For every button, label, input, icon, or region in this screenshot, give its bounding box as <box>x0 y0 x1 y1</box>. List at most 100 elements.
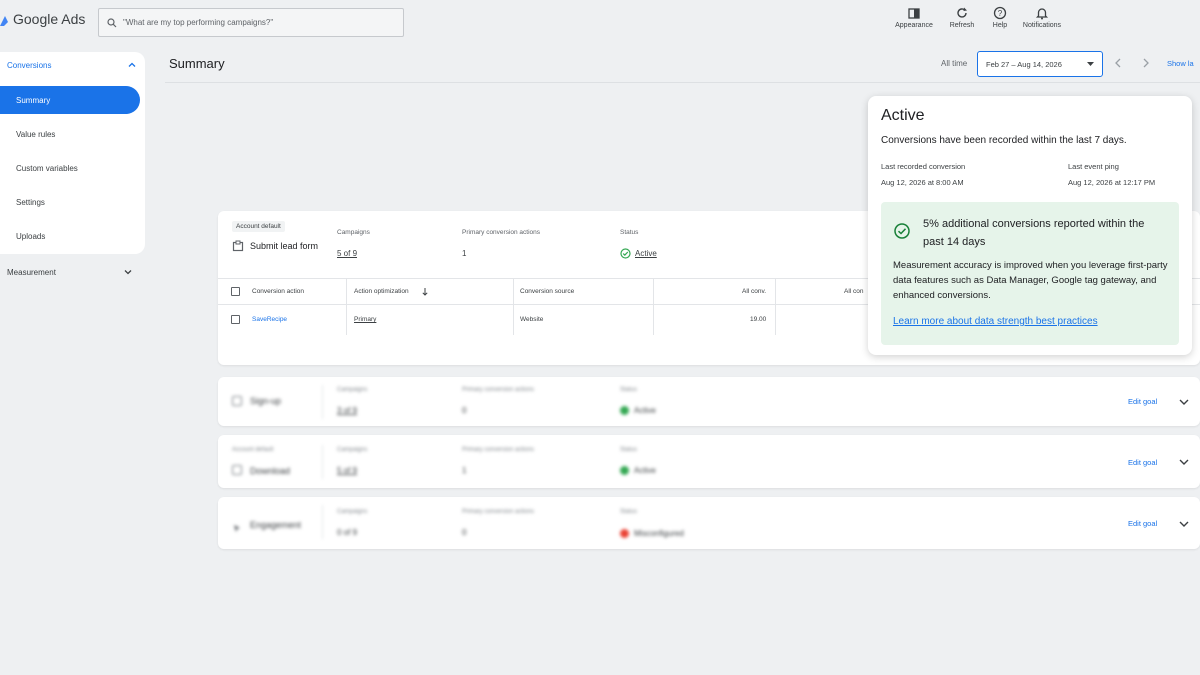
status-dot-icon <box>620 529 629 538</box>
top-bar: Google Ads Appearance Refresh ? <box>0 0 1200 44</box>
learn-more-link[interactable]: Learn more about data strength best prac… <box>893 316 1098 327</box>
status-value: Active <box>635 249 657 258</box>
svg-text:?: ? <box>998 9 1003 18</box>
column-divider <box>653 305 654 335</box>
col-header-conversion-action[interactable]: Conversion action <box>252 288 304 295</box>
goal-card-content: Sign-up Campaigns 3 of 9 Primary convers… <box>218 377 1200 426</box>
check-circle-icon <box>894 223 910 239</box>
campaigns-value[interactable]: 3 of 9 <box>337 406 357 415</box>
chevron-down-icon[interactable] <box>1178 457 1190 467</box>
status-dot-icon <box>620 406 629 415</box>
notifications-label: Notifications <box>1022 22 1062 29</box>
goal-title: Submit lead form <box>232 240 320 253</box>
goal-card-content: Account default Download Campaigns 5 of … <box>218 435 1200 488</box>
goal-name: Sign-up <box>250 396 282 406</box>
help-label: Help <box>992 22 1008 29</box>
column-divider <box>322 445 323 479</box>
search-bar[interactable] <box>98 8 404 37</box>
help-button[interactable]: ? Help <box>984 6 1016 29</box>
goal-card-engagement: Engagement Campaigns 0 of 9 Primary conv… <box>218 497 1200 549</box>
callout-body: Measurement accuracy is improved when yo… <box>893 260 1168 301</box>
col-header-action-optimization[interactable]: Action optimization <box>354 288 409 295</box>
appearance-icon <box>908 8 920 19</box>
chevron-left-icon[interactable] <box>1113 57 1123 69</box>
last-conversion-label: Last recorded conversion <box>881 162 966 171</box>
account-default-badge: Account default <box>232 447 274 453</box>
sidebar: Conversions Summary Value rules Custom v… <box>0 52 145 254</box>
chevron-down-icon[interactable] <box>1178 397 1190 407</box>
date-range-value: Feb 27 – Aug 14, 2026 <box>986 59 1062 69</box>
last-ping-value: Aug 12, 2026 at 12:17 PM <box>1068 178 1156 187</box>
callout-title: 5% additional conversions reported withi… <box>923 218 1145 248</box>
sidebar-item-settings[interactable]: Settings <box>0 188 140 216</box>
status-value: Misconfigured <box>634 529 684 538</box>
date-preset-label: All time <box>941 59 968 68</box>
sidebar-section-label: Conversions <box>7 60 52 70</box>
row-checkbox[interactable] <box>231 315 240 324</box>
primary-actions-value: 0 <box>462 406 467 415</box>
col-header-all-conv-2[interactable]: All con <box>844 288 864 295</box>
column-divider <box>513 305 514 335</box>
campaigns-value[interactable]: 5 of 9 <box>337 249 357 258</box>
column-divider <box>346 305 347 335</box>
primary-actions-label: Primary conversion actions <box>462 229 541 236</box>
primary-actions-label: Primary conversion actions <box>462 509 535 515</box>
engagement-icon <box>232 520 242 532</box>
sidebar-item-value-rules[interactable]: Value rules <box>0 120 140 148</box>
sidebar-section-measurement[interactable]: Measurement <box>7 267 133 277</box>
column-divider <box>775 305 776 335</box>
download-icon <box>232 465 242 475</box>
status-label: Status <box>620 509 638 515</box>
campaigns-value[interactable]: 5 of 9 <box>337 466 357 475</box>
refresh-button[interactable]: Refresh <box>940 6 984 29</box>
column-divider <box>322 505 323 539</box>
conversion-source-value: Website <box>520 316 544 323</box>
edit-goal-link[interactable]: Edit goal <box>1128 519 1157 528</box>
sign-up-icon <box>232 396 242 406</box>
column-divider <box>775 279 776 305</box>
status-label: Status <box>620 229 639 236</box>
show-link[interactable]: Show la <box>1167 59 1194 68</box>
status-label: Status <box>620 447 638 453</box>
status-badge[interactable]: Active <box>620 248 657 259</box>
column-divider <box>513 279 514 305</box>
dropdown-arrow-icon <box>1087 62 1094 66</box>
last-ping-label: Last event ping <box>1068 162 1119 171</box>
conversion-action-link[interactable]: SaveRecipe <box>252 316 287 323</box>
notifications-button[interactable]: Notifications <box>1016 6 1068 29</box>
status-value: Active <box>634 406 656 415</box>
chevron-up-icon <box>128 62 136 67</box>
col-header-conversion-source[interactable]: Conversion source <box>520 288 574 295</box>
primary-actions-value: 1 <box>462 466 467 475</box>
chevron-right-icon[interactable] <box>1141 57 1151 69</box>
primary-actions-value: 0 <box>462 528 467 537</box>
status-popover: Active Conversions have been recorded wi… <box>868 96 1192 355</box>
status-label: Status <box>620 387 638 393</box>
edit-goal-link[interactable]: Edit goal <box>1128 397 1157 406</box>
appearance-button[interactable]: Appearance <box>888 6 940 29</box>
col-header-all-conv[interactable]: All conv. <box>742 288 766 295</box>
refresh-icon <box>957 7 967 18</box>
date-range-picker[interactable]: Feb 27 – Aug 14, 2026 <box>977 51 1103 77</box>
action-optimization-value[interactable]: Primary <box>354 316 376 323</box>
google-ads-logo[interactable]: Google Ads <box>0 11 85 27</box>
select-all-checkbox[interactable] <box>231 287 240 296</box>
lead-form-icon <box>232 240 244 252</box>
last-conversion-value: Aug 12, 2026 at 8:00 AM <box>881 178 964 187</box>
page-title: Summary <box>169 56 225 71</box>
chevron-down-icon[interactable] <box>1178 519 1190 529</box>
sidebar-item-summary[interactable]: Summary <box>0 86 140 114</box>
search-input[interactable] <box>123 18 393 27</box>
status-dot-icon <box>620 466 629 475</box>
bell-icon <box>1035 8 1049 20</box>
toolbar: Appearance Refresh ? Help Notifications <box>888 6 1068 29</box>
edit-goal-link[interactable]: Edit goal <box>1128 458 1157 467</box>
column-divider <box>346 279 347 305</box>
sort-arrow-icon[interactable] <box>422 288 428 296</box>
check-circle-icon <box>620 248 631 259</box>
sidebar-item-custom-variables[interactable]: Custom variables <box>0 154 140 182</box>
sidebar-item-uploads[interactable]: Uploads <box>0 222 140 250</box>
google-ads-logo-icon <box>0 16 8 26</box>
sidebar-section-conversions[interactable]: Conversions <box>7 60 137 70</box>
appearance-label: Appearance <box>895 22 933 29</box>
